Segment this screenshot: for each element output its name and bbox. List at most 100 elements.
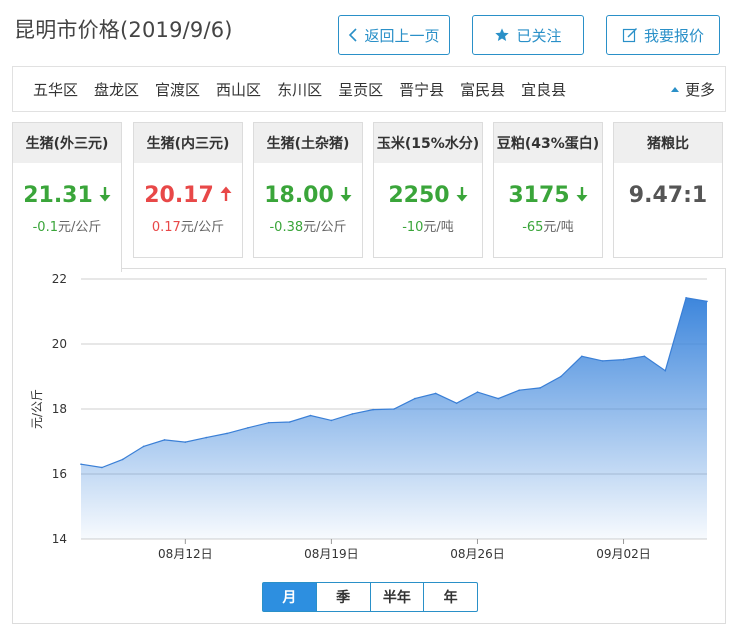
back-button[interactable]: 返回上一页 (338, 15, 450, 55)
tab-month[interactable]: 月 (263, 583, 317, 611)
price-data-point (455, 402, 458, 404)
price-data-point (184, 441, 187, 443)
price-data-point (351, 413, 354, 415)
price-card-pig-outer[interactable]: 生猪(外三元) 21.31 -0.1元/公斤 (12, 122, 122, 272)
card-change-unit: 元/公斤 (57, 220, 102, 235)
x-tick-label: 08月26日 (450, 547, 505, 561)
price-card-pig-inner[interactable]: 生猪(内三元) 20.17 0.17元/公斤 (133, 122, 243, 258)
y-tick-label: 22 (52, 272, 67, 286)
report-price-button-label: 我要报价 (643, 26, 704, 45)
price-data-point (330, 419, 333, 422)
card-price: 3175 (494, 183, 602, 208)
price-data-point (581, 355, 583, 358)
x-tick-label: 08月19日 (304, 547, 359, 561)
card-title: 生猪(内三元) (134, 123, 242, 163)
region-item-wuhua[interactable]: 五华区 (33, 79, 78, 100)
card-price-value: 20.17 (144, 183, 214, 208)
card-change-unit: 元/吨 (543, 220, 574, 235)
card-title: 生猪(外三元) (13, 123, 121, 163)
region-more-button[interactable]: 更多 (670, 79, 715, 100)
region-item-fumin[interactable]: 富民县 (460, 79, 505, 100)
region-filter-bar: 五华区 盘龙区 官渡区 西山区 东川区 呈贡区 晋宁县 富民县 宜良县 更多 (12, 66, 726, 112)
price-data-point (685, 297, 687, 299)
card-change: 0.17元/公斤 (134, 216, 242, 235)
card-title: 玉米(15%水分) (374, 123, 482, 163)
price-card-pig-local[interactable]: 生猪(土杂猪) 18.00 -0.38元/公斤 (253, 122, 363, 258)
follow-button[interactable]: 已关注 (472, 15, 584, 55)
tab-half-year[interactable]: 半年 (371, 583, 425, 611)
price-data-point (706, 300, 708, 303)
price-card-soybean-meal[interactable]: 豆粕(43%蛋白) 3175 -65元/吨 (493, 122, 603, 258)
price-data-point (560, 375, 562, 378)
card-price-value: 9.47:1 (628, 183, 708, 208)
price-data-point (476, 391, 479, 393)
card-change: -65元/吨 (494, 216, 602, 235)
price-data-point (268, 421, 270, 424)
price-card-corn[interactable]: 玉米(15%水分) 2250 -10元/吨 (373, 122, 483, 258)
card-price: 20.17 (134, 183, 242, 208)
card-change-value: -0.1 (32, 220, 58, 235)
card-price: 9.47:1 (614, 183, 722, 208)
card-change-unit: 元/公斤 (303, 220, 347, 235)
card-change-value: -10 (402, 220, 424, 235)
card-change-value: -65 (522, 220, 544, 235)
card-change: -0.38元/公斤 (254, 216, 362, 235)
report-price-button[interactable]: 我要报价 (606, 15, 720, 55)
x-tick-label: 09月02日 (596, 547, 651, 561)
region-item-chenggong[interactable]: 呈贡区 (338, 79, 383, 100)
price-data-point (121, 458, 124, 461)
price-trend-chart-svg: 14 16 18 20 22 08月12日 08月19日 08月26日 09月02日 元/公斤 (30, 272, 708, 561)
edit-icon (622, 27, 638, 43)
card-price: 2250 (374, 183, 482, 208)
region-item-dongchuan[interactable]: 东川区 (277, 79, 322, 100)
card-price-value: 2250 (388, 183, 450, 208)
price-data-point (497, 397, 500, 400)
region-item-yiliang[interactable]: 宜良县 (521, 79, 566, 100)
card-price: 21.31 (13, 183, 121, 208)
tab-quarter[interactable]: 季 (317, 583, 371, 611)
price-data-point (434, 392, 437, 395)
page-title: 昆明市价格(2019/9/6) (14, 18, 233, 42)
card-price-value: 3175 (508, 183, 570, 208)
price-data-point (163, 439, 166, 441)
arrow-down-icon (456, 183, 468, 208)
price-data-point (372, 408, 374, 411)
price-data-point (80, 463, 82, 465)
caret-up-icon (670, 87, 679, 92)
y-tick-label: 20 (52, 337, 67, 351)
price-data-point (622, 358, 625, 361)
price-data-point (601, 360, 604, 362)
price-area-fill (81, 297, 707, 539)
y-tick-label: 16 (52, 467, 67, 481)
y-axis-label: 元/公斤 (30, 389, 44, 429)
price-data-point (247, 427, 249, 429)
back-button-label: 返回上一页 (364, 26, 440, 45)
y-tick-label: 18 (52, 402, 67, 416)
arrow-up-icon (220, 183, 232, 208)
card-price-value: 21.31 (23, 183, 93, 208)
price-data-point (288, 421, 291, 423)
price-data-point (664, 369, 667, 372)
card-change-value: -0.38 (269, 220, 304, 235)
x-tick-label: 08月12日 (158, 547, 213, 561)
card-price-value: 18.00 (264, 183, 334, 208)
region-item-panlong[interactable]: 盘龙区 (94, 79, 139, 100)
price-data-point (518, 389, 520, 391)
price-data-point (226, 432, 228, 435)
region-item-guandu[interactable]: 官渡区 (155, 79, 200, 100)
y-tick-label: 14 (52, 532, 67, 546)
card-change: -10元/吨 (374, 216, 482, 235)
card-title: 生猪(土杂猪) (254, 123, 362, 163)
region-item-jinning[interactable]: 晋宁县 (399, 79, 444, 100)
region-more-label: 更多 (684, 81, 715, 99)
arrow-down-icon (99, 183, 111, 208)
range-tabs: 月 季 半年 年 (262, 582, 478, 612)
card-change: -0.1元/公斤 (13, 216, 121, 235)
card-change-value: 0.17 (151, 220, 181, 235)
arrow-down-icon (576, 183, 588, 208)
region-item-xishan[interactable]: 西山区 (216, 79, 261, 100)
tab-year[interactable]: 年 (424, 583, 477, 611)
card-title: 猪粮比 (614, 123, 722, 163)
follow-button-label: 已关注 (516, 26, 562, 45)
price-card-pig-grain-ratio[interactable]: 猪粮比 9.47:1 (613, 122, 723, 258)
